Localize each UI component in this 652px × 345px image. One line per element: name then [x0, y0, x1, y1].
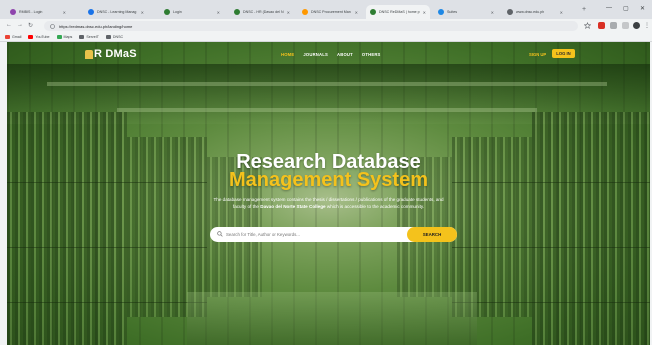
background-beam — [47, 82, 607, 86]
browser-tab[interactable]: DNSC - Learning Manag ✕ — [84, 5, 148, 19]
logo-book-icon — [85, 49, 93, 59]
browser-tab[interactable]: DNSC - HR (Davao del N ✕ — [230, 5, 294, 19]
close-icon[interactable]: ✕ — [63, 10, 66, 15]
login-button[interactable]: LOG IN — [552, 49, 575, 58]
tab-favicon — [302, 9, 308, 15]
search-icon — [217, 231, 223, 237]
new-tab-icon[interactable]: + — [582, 6, 586, 13]
maximize-icon[interactable]: ▢ — [623, 5, 629, 12]
bookmark-gmail[interactable]: Gmail — [5, 35, 21, 39]
bookmark-label: Gmail — [12, 35, 22, 39]
folder-icon — [105, 35, 111, 39]
close-icon[interactable]: ✕ — [217, 10, 220, 15]
signup-link[interactable]: SIGN UP — [529, 52, 546, 57]
landing-page: R DMaS HOME JOURNALS ABOUT OTHERS SIGN U… — [7, 42, 650, 345]
description-text: which is accessible to the academic comm… — [325, 203, 425, 209]
close-icon[interactable]: ✕ — [423, 10, 426, 15]
hero-description: The database management system contains … — [207, 197, 450, 210]
maps-icon — [56, 35, 62, 39]
background-shelf — [7, 112, 127, 345]
browser-tab[interactable]: DNSC Procurement Man ✕ — [298, 5, 362, 19]
main-menu: HOME JOURNALS ABOUT OTHERS — [281, 52, 381, 57]
hero-title-line2: Management System — [229, 169, 428, 191]
bookmark-label: YouTube — [35, 35, 50, 39]
bookmarks-bar: Gmail YouTube Maps ServeIT DNSC — [0, 33, 652, 42]
background-beam — [117, 108, 537, 112]
sidepanel-icon[interactable] — [622, 22, 629, 29]
site-logo[interactable]: R DMaS — [85, 48, 137, 60]
browser-tab[interactable]: Suites ✕ — [434, 5, 498, 19]
nav-link-home[interactable]: HOME — [281, 52, 294, 57]
college-name: Davao del Norte State College — [260, 203, 326, 209]
window-close-icon[interactable]: ✕ — [640, 5, 645, 12]
browser-tab[interactable]: Login ✕ — [160, 5, 224, 19]
browser-tab-active[interactable]: DNSC ReDMaS | home p ✕ — [366, 5, 430, 19]
bookmark-serveit[interactable]: ServeIT — [79, 35, 99, 39]
tab-favicon — [507, 9, 513, 15]
tab-label: RMBIS - Login — [19, 10, 43, 14]
bookmark-dnsc[interactable]: DNSC — [105, 35, 124, 39]
browser-window: RMBIS - Login ✕ DNSC - Learning Manag ✕ Lo… — [0, 0, 652, 345]
tab-label: DNSC ReDMaS | home p — [379, 10, 420, 14]
url-text: https://redmas.dnsc.edu.ph/landing/home — [59, 23, 133, 29]
shelf-divider — [7, 247, 207, 248]
extension-icon[interactable] — [598, 22, 605, 29]
bookmark-label: DNSC — [112, 35, 124, 39]
reload-icon[interactable]: ↻ — [28, 22, 33, 29]
bookmark-maps[interactable]: Maps — [56, 35, 73, 39]
tab-label: www.dnsc.edu.ph — [516, 10, 545, 14]
nav-link-about[interactable]: ABOUT — [337, 52, 353, 57]
folder-icon — [79, 35, 85, 39]
close-icon[interactable]: ✕ — [560, 10, 563, 15]
background-floor — [187, 292, 477, 345]
gmail-icon — [5, 35, 10, 39]
shelf-divider — [7, 302, 207, 303]
background-shelf — [532, 112, 650, 345]
search-input[interactable] — [226, 229, 406, 240]
tab-favicon — [164, 9, 170, 15]
site-navbar: R DMaS HOME JOURNALS ABOUT OTHERS SIGN U… — [7, 42, 650, 66]
bookmark-star-icon[interactable] — [584, 22, 591, 29]
tab-favicon — [234, 9, 240, 15]
close-icon[interactable]: ✕ — [355, 10, 358, 15]
tab-label: DNSC - HR (Davao del N — [243, 10, 284, 14]
tab-favicon — [370, 9, 376, 15]
menu-dots-icon[interactable]: ⋮ — [644, 22, 650, 29]
browser-tab[interactable]: RMBIS - Login ✕ — [6, 5, 70, 19]
profile-avatar-icon[interactable] — [633, 22, 640, 29]
bookmark-label: ServeIT — [86, 35, 99, 39]
tab-label: Suites — [447, 10, 457, 14]
minimize-icon[interactable]: — — [606, 5, 612, 11]
bookmark-label: Maps — [63, 35, 73, 39]
logo-text: R DMaS — [94, 48, 137, 60]
tab-label: DNSC - Learning Manag — [97, 10, 137, 14]
search-bar: SEARCH — [210, 227, 457, 242]
site-info-icon[interactable] — [50, 23, 55, 29]
close-icon[interactable]: ✕ — [287, 10, 290, 15]
search-button[interactable]: SEARCH — [407, 227, 457, 242]
tab-label: Login — [173, 10, 182, 14]
shelf-divider — [452, 302, 650, 303]
tab-strip: RMBIS - Login ✕ DNSC - Learning Manag ✕ Lo… — [0, 0, 652, 19]
bookmark-youtube[interactable]: YouTube — [28, 35, 50, 39]
address-bar[interactable]: https://redmas.dnsc.edu.ph/landing/home — [44, 21, 578, 31]
shelf-divider — [452, 247, 650, 248]
tab-label: DNSC Procurement Man — [311, 10, 351, 14]
browser-toolbar: ← → ↻ https://redmas.dnsc.edu.ph/landing… — [0, 19, 652, 33]
tab-favicon — [438, 9, 444, 15]
nav-link-others[interactable]: OTHERS — [362, 52, 381, 57]
tab-favicon — [88, 9, 94, 15]
extensions-puzzle-icon[interactable] — [610, 22, 617, 29]
tab-favicon — [10, 9, 16, 15]
close-icon[interactable]: ✕ — [141, 10, 144, 15]
nav-link-journals[interactable]: JOURNALS — [303, 52, 328, 57]
youtube-icon — [28, 35, 34, 39]
forward-icon[interactable]: → — [17, 22, 23, 28]
close-icon[interactable]: ✕ — [491, 10, 494, 15]
back-icon[interactable]: ← — [6, 22, 12, 28]
browser-tab[interactable]: www.dnsc.edu.ph ✕ — [503, 5, 567, 19]
